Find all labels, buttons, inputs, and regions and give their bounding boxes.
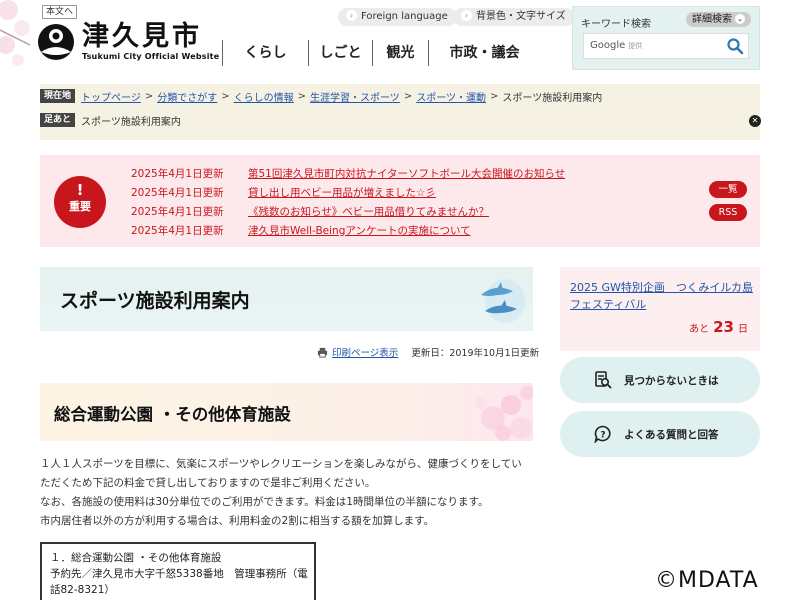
breadcrumb-item[interactable]: 分類でさがす	[157, 89, 217, 104]
breadcrumb-item[interactable]: スポーツ・運動	[416, 89, 486, 104]
breadcrumb-item[interactable]: トップページ	[81, 89, 141, 104]
chevron-down-icon: ⌄	[735, 14, 745, 24]
page-title-banner: スポーツ施設利用案内	[40, 267, 533, 331]
page-title: スポーツ施設利用案内	[60, 290, 250, 312]
printer-icon	[317, 347, 328, 358]
background-text-size-label: 背景色・文字サイズ	[476, 11, 566, 22]
search-title: キーワード検索	[581, 19, 651, 30]
breadcrumb-separator: >	[144, 90, 154, 102]
breadcrumb-current: スポーツ施設利用案内	[502, 92, 603, 104]
list-item: 2025年4月1日更新 第51回津久見市町内対抗ナイターソフトボール大会開催のお…	[131, 164, 565, 183]
page-meta: 印刷ページ表示 更新日：2019年10月1日更新	[317, 344, 539, 360]
list-item: 2025年4月1日更新 《残数のお知らせ》ベビー用品借りてみませんか？	[131, 202, 565, 221]
nav-item-city-council[interactable]: 市政・議会	[428, 40, 540, 66]
city-emblem-icon	[38, 24, 74, 60]
faq-button[interactable]: ? よくある質問と回答	[560, 411, 760, 457]
print-page-link[interactable]: 印刷ページ表示	[332, 345, 398, 359]
watermark: ©MDATA	[655, 568, 759, 593]
countdown: あと 23 日	[689, 318, 748, 336]
rss-button[interactable]: RSS	[709, 204, 747, 221]
nav-item-work[interactable]: しごと	[308, 40, 372, 66]
paragraph-line: １人１人スポーツを目標に、気楽にスポーツやレクリエーションを楽しみながら、健康づ…	[40, 458, 522, 470]
news-date: 2025年4月1日更新	[131, 225, 224, 237]
info-line: 予約先／津久見市大字千怒5338番地 管理事務所（電	[50, 568, 308, 580]
event-countdown-card: 2025 GW特別企画 つくみイルカ島フェスティバル あと 23 日	[560, 267, 760, 351]
site-header: 本文へ 津久見市 Tsukumi City Official Website ›…	[0, 0, 800, 84]
body-text: １人１人スポーツを目標に、気楽にスポーツやレクリエーションを楽しみながら、健康づ…	[40, 455, 540, 531]
news-date: 2025年4月1日更新	[131, 168, 224, 180]
breadcrumb-item[interactable]: 生涯学習・スポーツ	[310, 89, 400, 104]
exclamation-icon: !	[76, 181, 84, 199]
info-line: １．総合運動公園 ・その他体育施設	[50, 552, 222, 564]
background-text-size-button[interactable]: › 背景色・文字サイズ	[453, 8, 575, 26]
search-icon[interactable]	[726, 37, 744, 55]
global-nav: くらし しごと 観光 市政・議会	[222, 40, 540, 66]
countdown-prefix: あと	[689, 324, 710, 335]
news-list-button[interactable]: 一覧	[709, 181, 747, 198]
breadcrumb-item[interactable]: くらしの情報	[234, 89, 294, 104]
foreign-language-button[interactable]: › Foreign language	[338, 8, 457, 26]
breadcrumb-separator: >	[403, 90, 413, 102]
important-badge: ! 重要	[54, 176, 106, 228]
advanced-search-button[interactable]: 詳細検索 ⌄	[686, 12, 751, 27]
news-link[interactable]: 貸し出し用ベビー用品が増えました☆彡	[248, 185, 436, 200]
chevron-right-icon: ›	[461, 10, 472, 21]
history-item[interactable]: スポーツ施設利用案内	[81, 113, 181, 128]
news-link[interactable]: 津久見市Well-Beingアンケートの実施について	[248, 223, 471, 238]
faq-label: よくある質問と回答	[624, 428, 719, 441]
news-date: 2025年4月1日更新	[131, 206, 224, 218]
section-heading-banner: 総合運動公園 ・その他体育施設	[40, 383, 533, 441]
paragraph-line: ただくため下記の料金で貸し出しておりますので是非ご利用ください。	[40, 477, 376, 489]
important-news-panel: ! 重要 2025年4月1日更新 第51回津久見市町内対抗ナイターソフトボール大…	[40, 155, 760, 247]
paragraph-line: なお、各施設の使用料は30分単位でのご利用ができます。料金は1時間単位の半額にな…	[40, 496, 489, 508]
google-branding: Google 提供	[590, 40, 642, 51]
breadcrumb-separator: >	[490, 90, 499, 102]
site-logo[interactable]: 津久見市 Tsukumi City Official Website	[36, 22, 219, 62]
not-found-button[interactable]: 見つからないときは	[560, 357, 760, 403]
logo-subtitle: Tsukumi City Official Website	[82, 52, 220, 61]
info-line: 話82-8321）	[50, 584, 115, 596]
history-tag: 足あと	[40, 113, 76, 127]
breadcrumb-area: 現在地 トップページ > 分類でさがす > くらしの情報 > 生涯学習・スポーツ > ス…	[40, 84, 761, 140]
nav-item-living[interactable]: くらし	[222, 40, 308, 66]
news-list: 2025年4月1日更新 第51回津久見市町内対抗ナイターソフトボール大会開催のお…	[131, 164, 565, 240]
google-label: Google	[590, 40, 626, 51]
document-search-icon	[595, 371, 612, 389]
list-item: 2025年4月1日更新 貸し出し用ベビー用品が増えました☆彡	[131, 183, 565, 202]
nav-item-tourism[interactable]: 観光	[372, 40, 428, 66]
breadcrumb: 現在地 トップページ > 分類でさがす > くらしの情報 > 生涯学習・スポーツ > ス…	[40, 89, 603, 104]
section-title: 総合運動公園 ・その他体育施設	[54, 405, 291, 424]
facility-info-box: １．総合運動公園 ・その他体育施設 予約先／津久見市大字千怒5338番地 管理事…	[40, 542, 316, 600]
countdown-days: 23	[713, 318, 734, 336]
logo-title: 津久見市	[82, 21, 202, 52]
question-bubble-icon: ?	[594, 425, 611, 443]
search-input[interactable]: Google 提供	[583, 33, 749, 59]
breadcrumb-separator: >	[297, 90, 306, 102]
keyword-search-panel: キーワード検索 詳細検索 ⌄ Google 提供	[572, 6, 760, 70]
current-location-tag: 現在地	[40, 89, 76, 103]
breadcrumb-separator: >	[221, 90, 230, 102]
event-link[interactable]: 2025 GW特別企画 つくみイルカ島フェスティバル	[570, 279, 754, 313]
close-icon[interactable]: ✕	[749, 115, 761, 127]
chevron-right-icon: ›	[346, 10, 357, 21]
important-label: 重要	[69, 200, 91, 213]
foreign-language-label: Foreign language	[361, 11, 448, 22]
cherry-blossom-decoration	[475, 386, 533, 441]
countdown-suffix: 日	[738, 324, 748, 335]
skip-to-content-link[interactable]: 本文へ	[42, 5, 78, 19]
list-item: 2025年4月1日更新 津久見市Well-Beingアンケートの実施について	[131, 221, 565, 240]
svg-text:?: ?	[600, 431, 605, 441]
updated-date: 更新日：2019年10月1日更新	[411, 348, 540, 359]
not-found-label: 見つからないときは	[624, 374, 719, 387]
history-trail: 足あと スポーツ施設利用案内	[40, 113, 181, 128]
advanced-search-label: 詳細検索	[692, 14, 732, 25]
paragraph-line: 市内居住者以外の方が利用する場合は、利用料金の2割に相当する額を加算します。	[40, 515, 435, 527]
news-link[interactable]: 《残数のお知らせ》ベビー用品借りてみませんか？	[248, 204, 489, 219]
cherry-blossom-decoration	[0, 0, 31, 66]
news-date: 2025年4月1日更新	[131, 187, 224, 199]
dolphin-icon	[481, 279, 525, 323]
news-link[interactable]: 第51回津久見市町内対抗ナイターソフトボール大会開催のお知らせ	[248, 166, 565, 181]
google-provided-label: 提供	[628, 42, 643, 50]
